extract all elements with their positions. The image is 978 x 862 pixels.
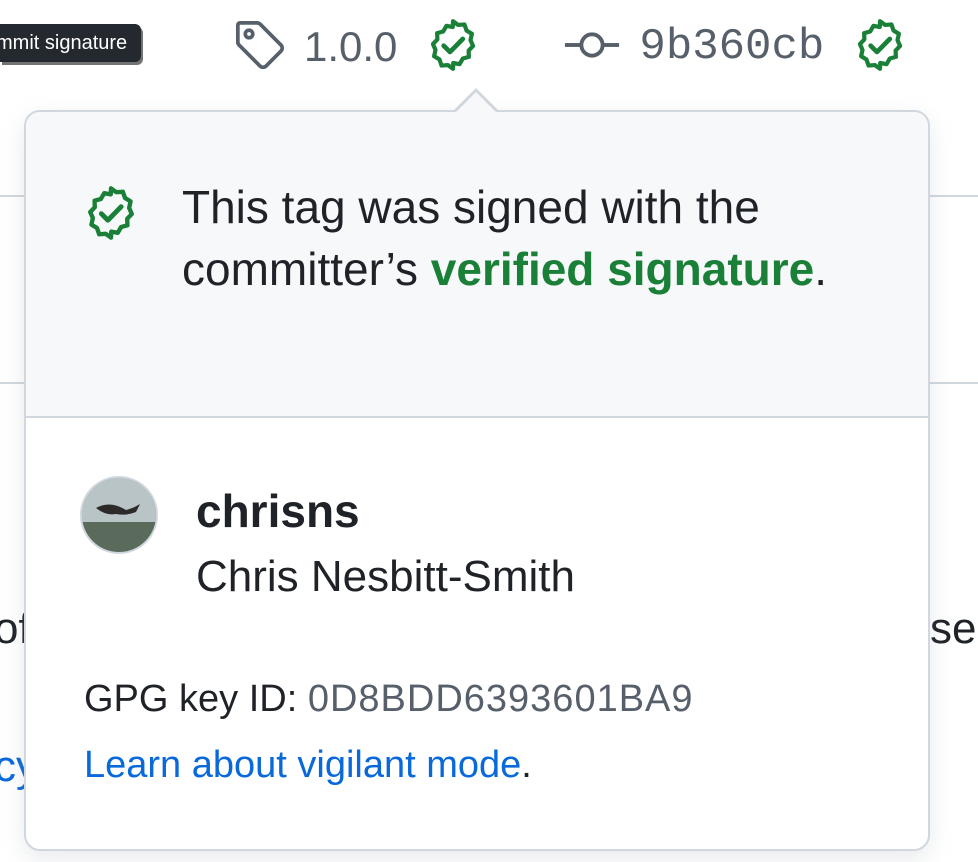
tag-icon — [232, 17, 288, 78]
tag-label: 1.0.0 — [304, 23, 398, 70]
user-login[interactable]: chrisns — [196, 484, 360, 538]
learn-suffix: . — [521, 744, 532, 786]
vigilant-mode-info: Learn about vigilant mode. — [84, 744, 532, 787]
divider — [930, 382, 978, 384]
tooltip-text: mmit signature — [0, 32, 128, 54]
release-meta-row: 1.0.0 9b360cb — [232, 14, 908, 80]
gpg-key-label: GPG key ID: — [84, 678, 308, 720]
signature-popover: This tag was signed with the committer’s… — [24, 110, 930, 851]
user-full-name: Chris Nesbitt-Smith — [196, 552, 575, 601]
verified-badge-icon[interactable] — [425, 17, 481, 78]
learn-vigilant-mode-link[interactable]: Learn about vigilant mode — [84, 744, 521, 786]
background-text-fragment: se — [930, 604, 977, 653]
commit-link[interactable]: 9b360cb — [563, 17, 908, 78]
verified-badge-icon — [82, 184, 140, 247]
signature-message-suffix: . — [814, 243, 828, 295]
git-commit-icon — [563, 25, 621, 70]
popover-caret-fill — [455, 92, 497, 113]
tooltip: mmit signature — [0, 24, 142, 62]
commit-sha: 9b360cb — [639, 22, 825, 72]
signature-message: This tag was signed with the committer’s… — [182, 176, 882, 300]
divider — [0, 195, 24, 197]
divider — [930, 195, 978, 197]
verified-badge-icon[interactable] — [852, 17, 908, 78]
verified-signature-label: verified signature — [430, 243, 815, 295]
gpg-key-info: GPG key ID: 0D8BDD6393601BA9 — [84, 678, 694, 721]
tag-link[interactable]: 1.0.0 — [232, 17, 481, 78]
popover-body: chrisns Chris Nesbitt-Smith GPG key ID: … — [26, 418, 928, 849]
avatar[interactable] — [80, 476, 158, 554]
divider — [0, 382, 24, 384]
popover-header: This tag was signed with the committer’s… — [26, 112, 928, 418]
gpg-key-id: 0D8BDD6393601BA9 — [307, 678, 694, 720]
